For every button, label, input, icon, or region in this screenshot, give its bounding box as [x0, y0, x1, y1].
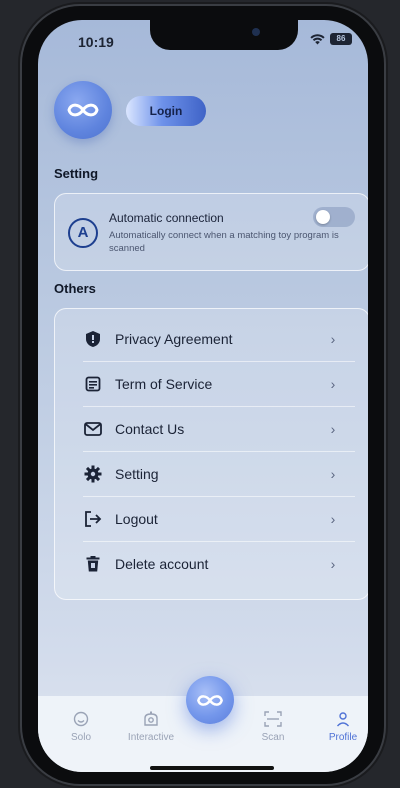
menu-item-privacy-agreement[interactable]: Privacy Agreement › — [67, 317, 357, 361]
chevron-right-icon: › — [330, 421, 336, 437]
menu-item-label: Contact Us — [115, 421, 185, 437]
menu-item-label: Privacy Agreement — [115, 331, 233, 347]
menu-item-logout[interactable]: Logout › — [67, 497, 357, 541]
menu-item-label: Setting — [115, 466, 159, 482]
toggle-knob — [316, 210, 330, 224]
login-button[interactable]: Login — [126, 96, 206, 126]
mail-icon — [83, 419, 103, 439]
interactive-icon — [116, 710, 186, 728]
smile-icon — [46, 710, 116, 728]
chevron-right-icon: › — [330, 466, 336, 482]
scan-icon — [238, 710, 308, 728]
trash-icon — [83, 554, 103, 574]
section-title-setting: Setting — [54, 166, 99, 181]
auto-connection-title: Automatic connection — [109, 211, 224, 225]
menu-item-delete-account[interactable]: Delete account › — [67, 542, 357, 586]
shield-icon — [83, 329, 103, 349]
section-title-others: Others — [54, 281, 96, 296]
menu-item-label: Term of Service — [115, 376, 213, 392]
tab-interactive[interactable]: Interactive — [116, 710, 186, 743]
menu-item-label: Logout — [115, 511, 158, 527]
tab-profile[interactable]: Profile — [308, 710, 368, 743]
auto-connect-icon: A — [68, 218, 98, 248]
infinity-logo-icon — [67, 103, 99, 117]
tab-label: Profile — [328, 732, 358, 743]
tab-label: Scan — [261, 732, 285, 743]
chevron-right-icon: › — [330, 376, 336, 392]
menu-item-label: Delete account — [115, 556, 209, 572]
menu-item-term-of-service[interactable]: Term of Service › — [67, 362, 357, 406]
battery-icon: 86 — [330, 33, 352, 45]
home-indicator — [150, 766, 274, 770]
app-screen: 10:19 86 Login Setting A Automatic conne… — [38, 20, 368, 772]
tab-scan[interactable]: Scan — [238, 710, 308, 743]
notch — [150, 20, 298, 50]
status-icons: 86 — [310, 33, 352, 45]
chevron-right-icon: › — [330, 511, 336, 527]
chevron-right-icon: › — [330, 331, 336, 347]
chevron-right-icon: › — [330, 556, 336, 572]
auto-connection-description: Automatically connect when a matching to… — [109, 230, 339, 254]
camera-dot — [252, 28, 260, 36]
avatar[interactable] — [54, 81, 112, 139]
menu-item-contact-us[interactable]: Contact Us › — [67, 407, 357, 451]
infinity-logo-icon — [197, 694, 223, 706]
document-icon — [83, 374, 103, 394]
others-card: Privacy Agreement › Term of Service › Co… — [54, 308, 368, 600]
gear-icon — [83, 464, 103, 484]
auto-connection-card: A Automatic connection Automatically con… — [54, 193, 368, 271]
auto-connection-toggle[interactable] — [313, 207, 355, 227]
wifi-icon — [310, 34, 325, 45]
tab-label: Interactive — [127, 732, 175, 743]
center-home-button[interactable] — [186, 676, 234, 724]
logout-icon — [83, 509, 103, 529]
menu-item-setting[interactable]: Setting › — [67, 452, 357, 496]
profile-icon — [308, 710, 368, 728]
tab-label: Solo — [70, 732, 91, 743]
status-time: 10:19 — [78, 34, 114, 50]
tab-solo[interactable]: Solo — [46, 710, 116, 743]
